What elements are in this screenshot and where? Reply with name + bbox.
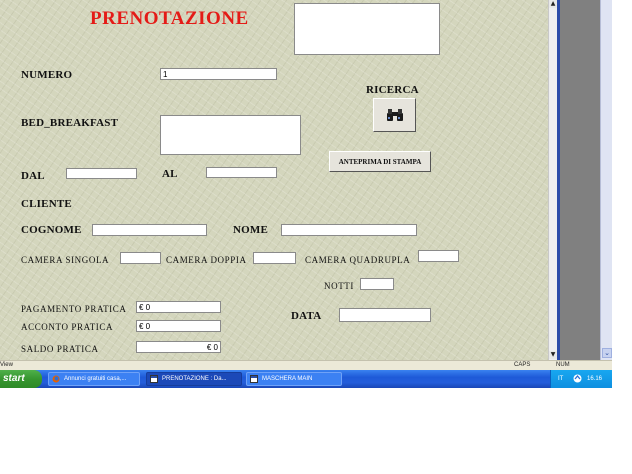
tray-network-icon[interactable] (573, 374, 582, 383)
task-label: PRENOTAZIONE : Da... (162, 376, 227, 382)
anteprima-stampa-button[interactable]: ANTEPRIMA DI STAMPA (329, 151, 431, 172)
data-field[interactable] (339, 308, 431, 322)
access-form-icon (150, 375, 158, 383)
cognome-label: COGNOME (21, 224, 82, 236)
saldo-pratica-label: SALDO PRATICA (21, 344, 99, 354)
status-caps: CAPS (514, 362, 531, 368)
background-panel (560, 0, 600, 360)
bed-breakfast-label: BED_BREAKFAST (21, 117, 119, 129)
pagamento-pratica-field[interactable]: € 0 (136, 301, 221, 313)
status-view: View (0, 362, 13, 368)
language-indicator[interactable]: IT (558, 376, 563, 382)
system-tray: IT 16.16 (550, 370, 612, 388)
status-bar: View CAPS NUM (0, 360, 612, 370)
binoculars-icon (386, 109, 403, 121)
al-field[interactable] (206, 167, 277, 178)
firefox-icon (52, 375, 60, 383)
taskbar-item-prenotazione[interactable]: PRENOTAZIONE : Da... (146, 372, 242, 386)
saldo-pratica-field[interactable]: € 0 (136, 341, 221, 353)
al-label: AL (162, 168, 178, 180)
ricerca-label: RICERCA (366, 84, 419, 96)
numero-field[interactable]: 1 (160, 68, 277, 80)
task-label: MASCHERA MAIN (262, 376, 313, 382)
camera-quadrupla-label: CAMERA QUADRUPLA (305, 255, 411, 265)
pagamento-pratica-label: PAGAMENTO PRATICA (21, 304, 127, 314)
access-form-icon (250, 375, 258, 383)
scroll-up-arrow-icon[interactable]: ▲ (549, 0, 557, 8)
camera-quadrupla-field[interactable] (418, 250, 459, 262)
notti-label: NOTTI (324, 281, 354, 291)
dal-field[interactable] (66, 168, 137, 179)
start-button[interactable]: start (0, 370, 42, 388)
taskbar-item-firefox[interactable]: Annunci gratuiti casa,... (48, 372, 140, 386)
acconto-pratica-field[interactable]: € 0 (136, 320, 221, 332)
camera-singola-label: CAMERA SINGOLA (21, 255, 110, 265)
status-num: NUM (556, 362, 570, 368)
data-label: DATA (291, 310, 322, 322)
bed-breakfast-field[interactable] (160, 115, 301, 155)
taskbar-item-maschera-main[interactable]: MASCHERA MAIN (246, 372, 342, 386)
form-vertical-scrollbar[interactable]: ▲ ▼ (548, 0, 557, 360)
description-box[interactable] (294, 3, 440, 55)
ricerca-button[interactable] (373, 98, 416, 132)
taskbar: start Annunci gratuiti casa,... PRENOTAZ… (0, 370, 612, 388)
camera-singola-field[interactable] (120, 252, 161, 264)
nome-field[interactable] (281, 224, 417, 236)
anteprima-stampa-label: ANTEPRIMA DI STAMPA (338, 157, 422, 166)
camera-doppia-field[interactable] (253, 252, 296, 264)
scroll-down-arrow-icon[interactable]: ▼ (549, 351, 557, 359)
task-label: Annunci gratuiti casa,... (64, 376, 127, 382)
acconto-pratica-label: ACCONTO PRATICA (21, 322, 114, 332)
form-title: PRENOTAZIONE (90, 8, 249, 29)
dal-label: DAL (21, 170, 45, 182)
cognome-field[interactable] (92, 224, 207, 236)
outer-vertical-scrollbar[interactable]: ⌄ (600, 0, 612, 360)
booking-form: PRENOTAZIONE NUMERO 1 RICERCA BED_BREAKF… (0, 0, 548, 360)
numero-label: NUMERO (21, 69, 73, 81)
cliente-label: CLIENTE (21, 198, 72, 210)
clock[interactable]: 16.16 (587, 376, 602, 382)
outer-scroll-down-icon[interactable]: ⌄ (602, 348, 612, 358)
camera-doppia-label: CAMERA DOPPIA (166, 255, 247, 265)
notti-field[interactable] (360, 278, 394, 290)
nome-label: NOME (233, 224, 269, 236)
